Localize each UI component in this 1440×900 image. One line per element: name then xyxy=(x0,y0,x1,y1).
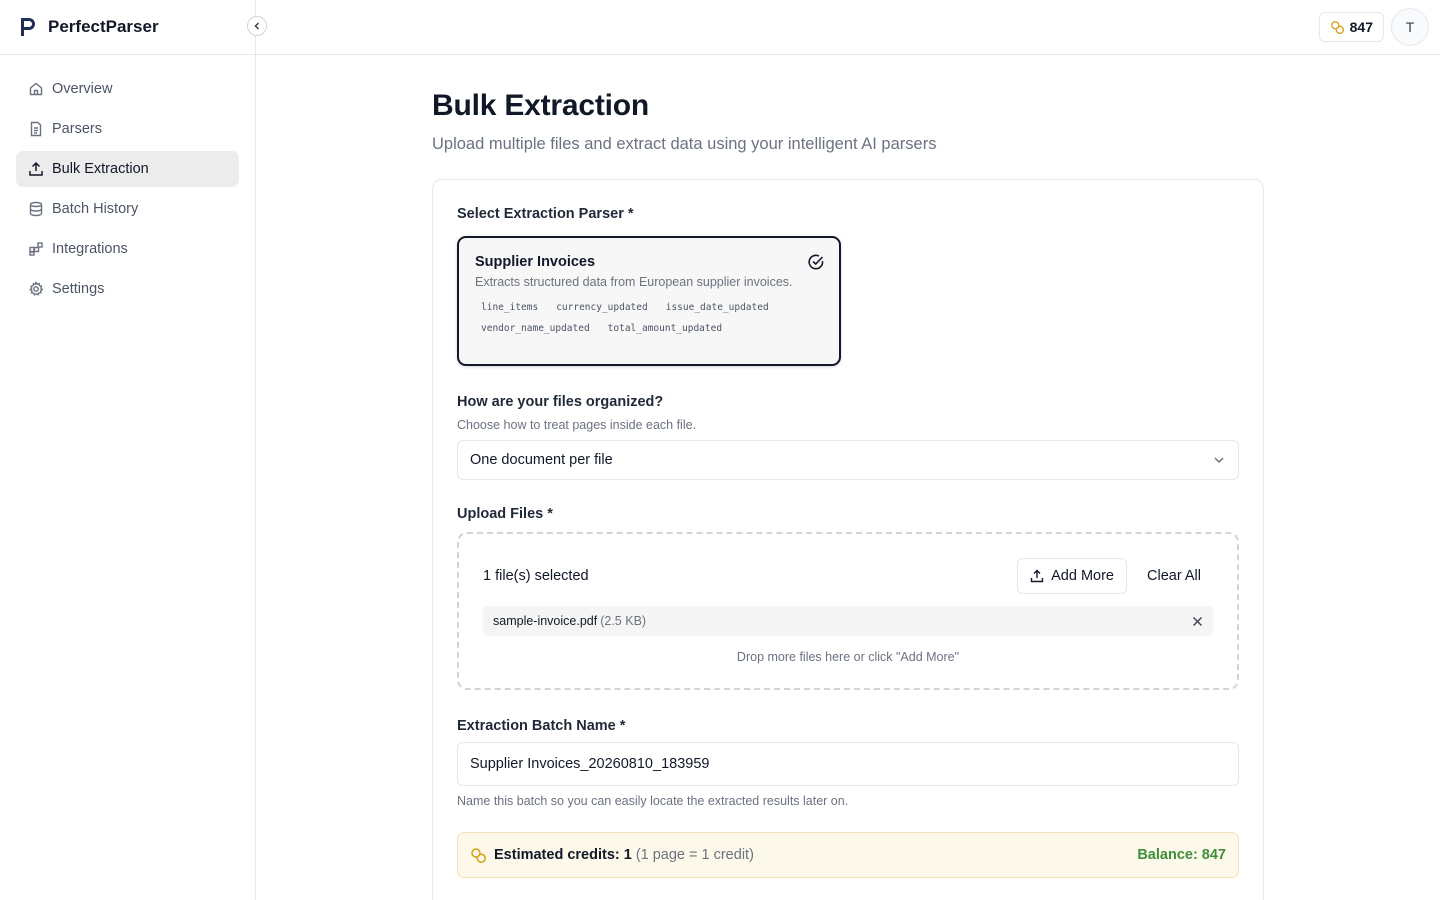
parser-card-selected[interactable]: Supplier Invoices Extracts structured da… xyxy=(457,236,841,366)
sidebar: PerfectParser Overview Parsers Bulk Extr… xyxy=(0,0,256,900)
batch-name-help: Name this batch so you can easily locate… xyxy=(457,794,849,808)
app-name: PerfectParser xyxy=(48,17,159,36)
file-count: 1 file(s) selected xyxy=(483,568,589,584)
upload-label: Upload Files * xyxy=(457,506,553,522)
sidebar-item-parsers[interactable]: Parsers xyxy=(16,111,239,147)
credit-balance: Balance: 847 xyxy=(1137,847,1226,863)
sidebar-item-batch-history[interactable]: Batch History xyxy=(16,191,239,227)
close-icon[interactable] xyxy=(1192,616,1203,627)
field-tag: issue_date_updated xyxy=(665,302,769,313)
sidebar-item-integrations[interactable]: Integrations xyxy=(16,231,239,267)
organization-selected-value: One document per file xyxy=(470,452,613,468)
organization-select[interactable]: One document per file xyxy=(457,440,1239,480)
perfectparser-logo-icon xyxy=(21,18,35,36)
file-name: sample-invoice.pdf xyxy=(493,614,598,628)
batch-name-value: Supplier Invoices_20260810_183959 xyxy=(470,756,710,772)
gear-icon xyxy=(29,281,44,296)
database-icon xyxy=(29,201,43,217)
coins-icon xyxy=(1330,21,1344,34)
sidebar-item-bulk-extraction[interactable]: Bulk Extraction xyxy=(16,151,239,187)
blocks-icon xyxy=(29,242,43,256)
coins-icon xyxy=(471,848,486,863)
user-avatar[interactable]: T xyxy=(1391,8,1429,46)
sidebar-item-settings[interactable]: Settings xyxy=(16,271,239,307)
collapse-sidebar-button[interactable] xyxy=(247,16,267,36)
credits-badge[interactable]: 847 xyxy=(1318,12,1384,42)
batch-name-input[interactable]: Supplier Invoices_20260810_183959 xyxy=(457,742,1239,786)
parser-field-tags: line_items currency_updated issue_date_u… xyxy=(475,301,823,335)
top-bar: 847 T xyxy=(256,0,1440,55)
estimated-credits: Estimated credits: 1 xyxy=(494,847,632,863)
field-tag: line_items xyxy=(481,302,539,313)
sidebar-nav: Overview Parsers Bulk Extraction Batch H… xyxy=(0,55,255,327)
page-title: Bulk Extraction xyxy=(432,89,650,122)
brand[interactable]: PerfectParser xyxy=(0,0,255,55)
sidebar-item-label: Integrations xyxy=(52,241,128,257)
parser-name: Supplier Invoices xyxy=(475,254,596,270)
upload-icon xyxy=(1030,569,1044,583)
page-subtitle: Upload multiple files and extract data u… xyxy=(432,135,937,153)
field-tag: currency_updated xyxy=(556,302,648,313)
sidebar-item-label: Parsers xyxy=(52,121,102,137)
home-icon xyxy=(29,82,43,96)
parser-section-label: Select Extraction Parser * xyxy=(457,206,634,222)
organization-section: How are your files organized? Choose how… xyxy=(457,394,1239,480)
credits-count: 847 xyxy=(1349,19,1373,35)
sidebar-item-label: Bulk Extraction xyxy=(52,161,149,177)
check-circle-icon xyxy=(808,254,824,270)
add-more-button[interactable]: Add More xyxy=(1017,558,1127,594)
main-content: Bulk Extraction Upload multiple files an… xyxy=(432,55,1264,900)
file-list-item: sample-invoice.pdf (2.5 KB) xyxy=(483,606,1213,636)
clear-all-button[interactable]: Clear All xyxy=(1135,558,1213,594)
dropzone-hint: Drop more files here or click "Add More" xyxy=(736,650,960,664)
sidebar-item-label: Settings xyxy=(52,281,105,297)
organization-label: How are your files organized? xyxy=(457,394,664,410)
document-icon xyxy=(30,121,42,137)
organization-help: Choose how to treat pages inside each fi… xyxy=(457,418,697,432)
sidebar-item-label: Overview xyxy=(52,81,113,97)
field-tag: total_amount_updated xyxy=(607,323,723,334)
parser-description: Extracts structured data from European s… xyxy=(475,275,793,289)
add-more-label: Add More xyxy=(1051,568,1114,584)
extraction-form-card: Select Extraction Parser * Supplier Invo… xyxy=(432,179,1264,900)
credit-rate-note: (1 page = 1 credit) xyxy=(635,847,754,863)
file-size: (2.5 KB) xyxy=(600,614,647,628)
chevron-down-icon xyxy=(1214,457,1224,464)
field-tag: vendor_name_updated xyxy=(481,323,590,334)
file-dropzone[interactable]: 1 file(s) selected Add More Clear All sa… xyxy=(457,532,1239,690)
sidebar-item-label: Batch History xyxy=(52,201,139,217)
upload-icon xyxy=(29,161,43,176)
batch-name-section: Extraction Batch Name * Supplier Invoice… xyxy=(457,718,1239,808)
batch-name-label: Extraction Batch Name * xyxy=(457,718,626,734)
upload-section: Upload Files * 1 file(s) selected Add Mo… xyxy=(457,506,1239,690)
chevron-left-icon xyxy=(254,22,260,30)
sidebar-item-overview[interactable]: Overview xyxy=(16,71,239,107)
credit-estimate-banner: Estimated credits: 1 (1 page = 1 credit)… xyxy=(457,832,1239,878)
